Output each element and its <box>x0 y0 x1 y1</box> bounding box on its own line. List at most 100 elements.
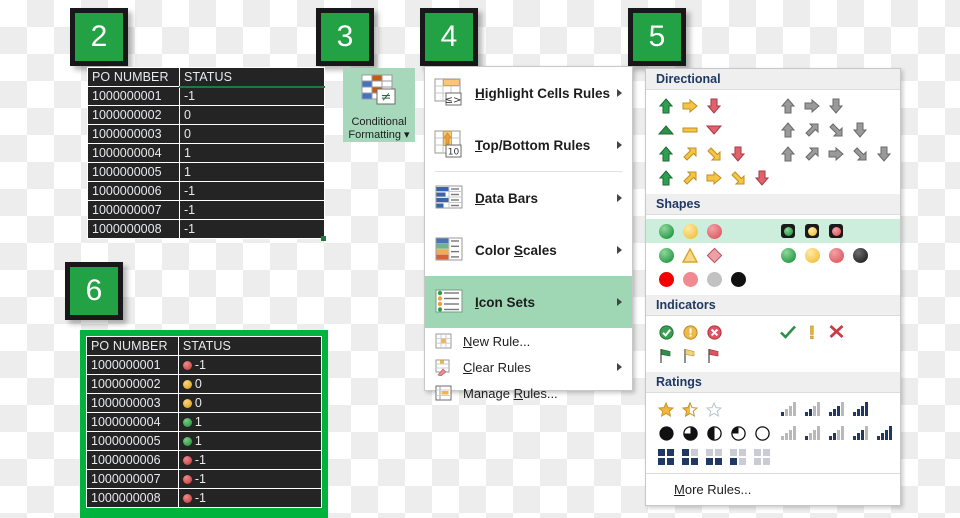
circle-red-icon <box>702 220 726 242</box>
arrow-right-yellow-icon <box>678 95 702 117</box>
table-row[interactable]: 1000000007 -1 <box>87 200 325 220</box>
menu-item-color-scales[interactable]: Color Scales <box>425 224 632 276</box>
icon-set-option-3-signs[interactable] <box>646 243 900 267</box>
table-row[interactable]: 1000000005 1 <box>86 431 323 451</box>
table-header-row: PO NUMBER STATUS <box>87 67 325 88</box>
icon-set-option-3-flags[interactable] <box>646 344 900 368</box>
cell-status[interactable]: 0 <box>177 374 323 394</box>
menu-item-clear-rules[interactable]: Clear Rules <box>425 354 632 380</box>
circle-quarter-icon <box>726 422 750 444</box>
status-icon-yellow <box>182 398 192 408</box>
cell-po-number[interactable]: 1000000008 <box>86 488 179 508</box>
table-row[interactable]: 1000000005 1 <box>87 162 325 182</box>
cell-po-number[interactable]: 1000000003 <box>87 124 180 144</box>
icon-set-option-5-boxes[interactable] <box>646 445 900 469</box>
step-badge-number: 3 <box>336 20 354 53</box>
icon-set-option-5-quarters[interactable] <box>646 421 900 445</box>
table-row[interactable]: 1000000003 0 <box>86 393 323 413</box>
result-data-table[interactable]: PO NUMBER STATUS 1000000001 -1 1000000002… <box>86 336 323 508</box>
cell-status[interactable]: 0 <box>179 105 325 125</box>
bars-2of4-icon <box>800 398 824 420</box>
cell-po-number[interactable]: 1000000006 <box>86 450 179 470</box>
svg-text:≤>: ≤> <box>445 95 462 106</box>
gallery-section-header-indicators: Indicators <box>646 295 900 316</box>
circle-empty-icon <box>750 422 774 444</box>
cell-status[interactable]: 0 <box>177 393 323 413</box>
bars-1of4-icon <box>800 422 824 444</box>
menu-item-icon-sets[interactable]: Icon Sets <box>425 276 632 328</box>
menu-item-highlight-cells-rules[interactable]: ≤> Highlight Cells Rules <box>425 67 632 119</box>
icon-set-option-5-arrows-colored[interactable] <box>646 166 900 190</box>
cell-po-number[interactable]: 1000000002 <box>86 374 179 394</box>
icon-set-option-3-stars[interactable] <box>646 397 900 421</box>
table-row[interactable]: 1000000008 -1 <box>86 488 323 508</box>
icon-set-option-3-symbols-circled[interactable] <box>646 320 900 344</box>
gallery-section-body-shapes <box>646 215 900 295</box>
cell-po-number[interactable]: 1000000001 <box>87 86 180 106</box>
cell-po-number[interactable]: 1000000001 <box>86 355 179 375</box>
cell-status[interactable]: -1 <box>179 219 325 239</box>
icon-set-option-3-traffic-lights-unrimmed[interactable] <box>646 219 900 243</box>
arrow-right-yellow-icon <box>702 167 726 189</box>
table-row[interactable]: 1000000002 0 <box>87 105 325 125</box>
cell-status[interactable]: -1 <box>179 200 325 220</box>
cell-po-number[interactable]: 1000000002 <box>87 105 180 125</box>
table-row[interactable]: 1000000001 -1 <box>86 355 323 375</box>
cell-status[interactable]: -1 <box>179 86 325 106</box>
cell-po-number[interactable]: 1000000006 <box>87 181 180 201</box>
step-badge: 6 <box>65 262 123 320</box>
top-bottom-rules-icon: 10 <box>433 129 465 161</box>
cell-status[interactable]: -1 <box>179 181 325 201</box>
clear-rules-icon <box>435 359 452 376</box>
conditional-formatting-button[interactable]: ≠ Conditional Formatting ▾ <box>343 68 415 142</box>
cell-po-number[interactable]: 1000000005 <box>86 431 179 451</box>
cell-po-number[interactable]: 1000000007 <box>86 469 179 489</box>
status-icon-green <box>182 436 192 446</box>
cell-status[interactable]: 1 <box>177 431 323 451</box>
menu-item-manage-rules[interactable]: Manage Rules... <box>425 380 632 406</box>
table-row[interactable]: 1000000003 0 <box>87 124 325 144</box>
step-badge: 5 <box>628 8 686 66</box>
icon-set-option-4-arrows-colored[interactable] <box>646 142 900 166</box>
menu-item-new-rule[interactable]: New Rule... <box>425 328 632 354</box>
table-row[interactable]: 1000000008 -1 <box>87 219 325 239</box>
cell-status[interactable]: 1 <box>179 143 325 163</box>
table-row[interactable]: 1000000004 1 <box>87 143 325 163</box>
cell-po-number[interactable]: 1000000007 <box>87 200 180 220</box>
menu-item-label: Manage Rules... <box>463 385 558 401</box>
cross-mark-red-icon <box>824 321 848 343</box>
menu-item-top-bottom-rules[interactable]: 10 Top/Bottom Rules <box>425 119 632 171</box>
cell-status[interactable]: 0 <box>179 124 325 144</box>
cell-status[interactable]: 1 <box>179 162 325 182</box>
icon-set-option-3-triangles[interactable] <box>646 118 900 142</box>
cell-status[interactable]: 1 <box>177 412 323 432</box>
cell-status[interactable]: -1 <box>177 450 323 470</box>
source-data-table[interactable]: PO NUMBER STATUS 1000000001 -1 1000000002… <box>87 67 326 241</box>
table-row[interactable]: 1000000001 -1 <box>87 86 325 106</box>
cell-po-number[interactable]: 1000000003 <box>86 393 179 413</box>
table-row[interactable]: 1000000004 1 <box>86 412 323 432</box>
cell-po-number[interactable]: 1000000005 <box>87 162 180 182</box>
triangle-yellow-icon <box>678 244 702 266</box>
table-row[interactable]: 1000000002 0 <box>86 374 323 394</box>
table-row[interactable]: 1000000007 -1 <box>86 469 323 489</box>
conditional-formatting-menu[interactable]: ≤> Highlight Cells Rules 10 Top/Bottom R… <box>424 66 633 401</box>
cell-po-number[interactable]: 1000000004 <box>86 412 179 432</box>
cell-status[interactable]: -1 <box>177 355 323 375</box>
icon-set-option-4-traffic-lights-black[interactable] <box>646 267 900 291</box>
boxes-0of4-icon <box>750 446 774 468</box>
cell-status[interactable]: -1 <box>177 469 323 489</box>
cell-status-value: 1 <box>194 434 202 448</box>
more-rules-button[interactable]: More Rules... <box>646 473 900 505</box>
cell-po-number[interactable]: 1000000004 <box>87 143 180 163</box>
icon-sets-gallery[interactable]: Directional Shapes Indicators Ratings Mo… <box>645 68 901 506</box>
icon-set-option-3-arrows-colored[interactable] <box>646 94 900 118</box>
circle-green-icon <box>654 244 678 266</box>
column-header-po-number: PO NUMBER <box>86 336 179 356</box>
cell-po-number[interactable]: 1000000008 <box>87 219 180 239</box>
traffic-light-yellow-icon <box>800 220 824 242</box>
cell-status[interactable]: -1 <box>177 488 323 508</box>
menu-item-data-bars[interactable]: Data Bars <box>425 172 632 224</box>
table-row[interactable]: 1000000006 -1 <box>87 181 325 201</box>
table-row[interactable]: 1000000006 -1 <box>86 450 323 470</box>
